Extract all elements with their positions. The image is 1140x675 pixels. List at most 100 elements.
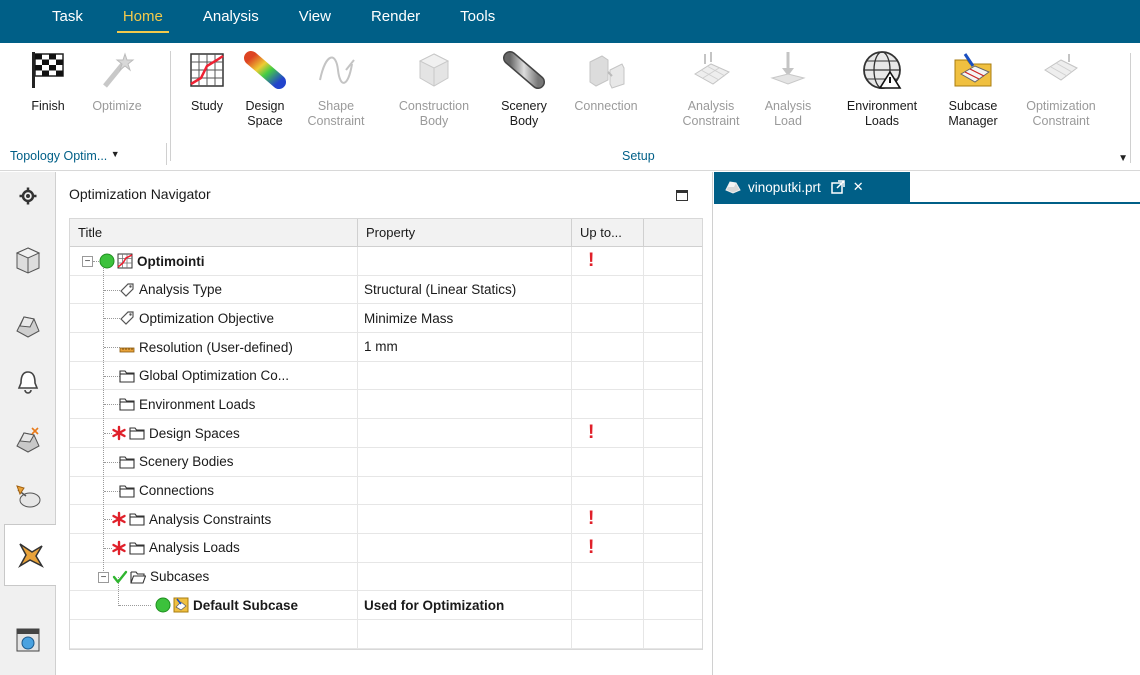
tree-row-analysis-constraints[interactable]: Analysis Constraints ! [70,505,702,534]
folder-icon [128,424,146,442]
folder-icon [118,395,136,413]
row-title: Analysis Constraints [149,511,272,527]
tree-row-default-subcase[interactable]: Default Subcase Used for Optimization [70,591,702,620]
web-browser-icon[interactable] [8,620,48,660]
connection-button[interactable]: Connection [566,47,646,114]
shape-constraint-button[interactable]: Shape Constraint [300,47,372,129]
error-flag-icon: ! [588,249,595,271]
tab-analysis[interactable]: Analysis [183,0,279,43]
analysis-load-label-1: Analysis [764,99,812,113]
tree-row-resolution[interactable]: Resolution (User-defined) 1 mm [70,333,702,362]
design-space-button[interactable]: Design Space [236,47,294,129]
finish-label: Finish [31,99,65,113]
row-property [358,247,572,275]
tree-row-environment-loads[interactable]: Environment Loads [70,390,702,420]
group-label-topology[interactable]: Topology Optim... ▼ [10,149,120,163]
collapse-icon[interactable]: − [82,256,93,267]
row-property: Minimize Mass [358,304,572,333]
scenery-body-button[interactable]: Scenery Body [496,47,552,129]
tab-view[interactable]: View [279,0,351,43]
tab-render[interactable]: Render [351,0,440,43]
environment-loads-label-2: Loads [864,114,900,128]
resource-bar [0,172,56,675]
column-header-filler [644,219,702,246]
maximize-icon[interactable] [676,190,688,201]
error-flag-icon: ! [588,421,595,443]
subcase-icon [172,596,190,614]
ribbon-overflow-icon[interactable]: ▼ [1118,153,1128,164]
green-check-icon [111,568,129,586]
simulation-navigator-icon[interactable] [8,420,48,460]
row-property [358,533,572,562]
red-asterisk-error-icon [110,424,128,442]
environment-loads-button[interactable]: Environment Loads [834,47,930,129]
bell-notification-icon[interactable] [8,362,48,402]
group-separator [166,143,167,165]
scenery-body-label-2: Body [509,114,539,128]
shape-constraint-label-2: Constraint [307,114,365,128]
document-tab[interactable]: vinoputki.prt ✕ [714,172,910,202]
panel-title: Optimization Navigator [69,186,211,202]
optimize-button[interactable]: Optimize [82,47,152,114]
row-property [358,361,572,390]
part-navigator-icon[interactable] [8,240,48,280]
ribbon: Finish Optimize Study Design Space Shape… [0,43,1140,171]
tree-row-connections[interactable]: Connections [70,476,702,506]
graphics-window[interactable]: vinoputki.prt ✕ [714,172,1140,675]
column-header-up-to-date[interactable]: Up to... [572,219,644,246]
magic-wand-icon [94,47,140,93]
group-topology-text: Topology Optim... [10,149,108,163]
constraint-mesh-icon [688,47,734,93]
optimization-navigator-panel: Optimization Navigator Title Property Up… [57,172,713,675]
ruler-icon [118,338,136,356]
red-asterisk-error-icon [110,510,128,528]
tree-row-optimointi[interactable]: − Optimointi ! [70,247,702,276]
tag-icon [118,309,136,327]
tree-row-subcases[interactable]: − Subcases [70,562,702,592]
navigator-tree: Title Property Up to... − Optimointi ! A… [69,218,703,650]
design-space-label-2: Space [247,114,283,128]
subcase-manager-label-2: Manager [948,114,998,128]
grid-chart-icon [184,47,230,93]
study-button[interactable]: Study [180,47,234,114]
subcase-manager-button[interactable]: Subcase Manager [938,47,1008,129]
optimization-constraint-icon [1038,47,1084,93]
close-tab-icon[interactable]: ✕ [853,179,864,195]
tree-row-optimization-objective[interactable]: Optimization Objective Minimize Mass [70,304,702,334]
column-header-title[interactable]: Title [70,219,358,246]
document-tab-underline [714,202,1140,204]
tab-tools[interactable]: Tools [440,0,515,43]
tab-task[interactable]: Task [0,0,103,43]
pop-out-icon[interactable] [829,178,847,196]
cube-icon [411,47,457,93]
tree-row-analysis-loads[interactable]: Analysis Loads ! [70,533,702,563]
optimization-constraint-button[interactable]: Optimization Constraint [1014,47,1108,129]
finish-button[interactable]: Finish [22,47,74,114]
red-asterisk-error-icon [110,539,128,557]
row-property: 1 mm [358,333,572,361]
part-file-icon [724,178,742,196]
tree-row-empty [70,619,702,649]
constraint-navigator-icon[interactable] [8,476,48,516]
optimization-navigator-tab-icon[interactable] [4,524,56,586]
tree-row-global-optimization-constraints[interactable]: Global Optimization Co... [70,361,702,391]
environment-loads-label-1: Environment [846,99,918,113]
folder-icon [118,482,136,500]
tree-row-scenery-bodies[interactable]: Scenery Bodies [70,447,702,477]
dropdown-caret-icon: ▼ [110,149,120,159]
assembly-navigator-icon[interactable] [8,306,48,346]
open-folder-icon [129,568,147,586]
folder-icon [128,539,146,557]
tab-home[interactable]: Home [103,0,183,43]
tree-row-design-spaces[interactable]: Design Spaces ! [70,419,702,448]
construction-body-button[interactable]: Construction Body [390,47,478,129]
settings-gear-icon[interactable] [8,176,48,216]
analysis-load-button[interactable]: Analysis Load [758,47,818,129]
row-property: Structural (Linear Statics) [358,275,572,304]
tree-row-analysis-type[interactable]: Analysis Type Structural (Linear Statics… [70,275,702,305]
collapse-icon[interactable]: − [98,571,109,583]
column-header-property[interactable]: Property [358,219,572,246]
grey-cylinder-icon [501,47,547,93]
analysis-constraint-button[interactable]: Analysis Constraint [672,47,750,129]
connection-blocks-icon [583,47,629,93]
